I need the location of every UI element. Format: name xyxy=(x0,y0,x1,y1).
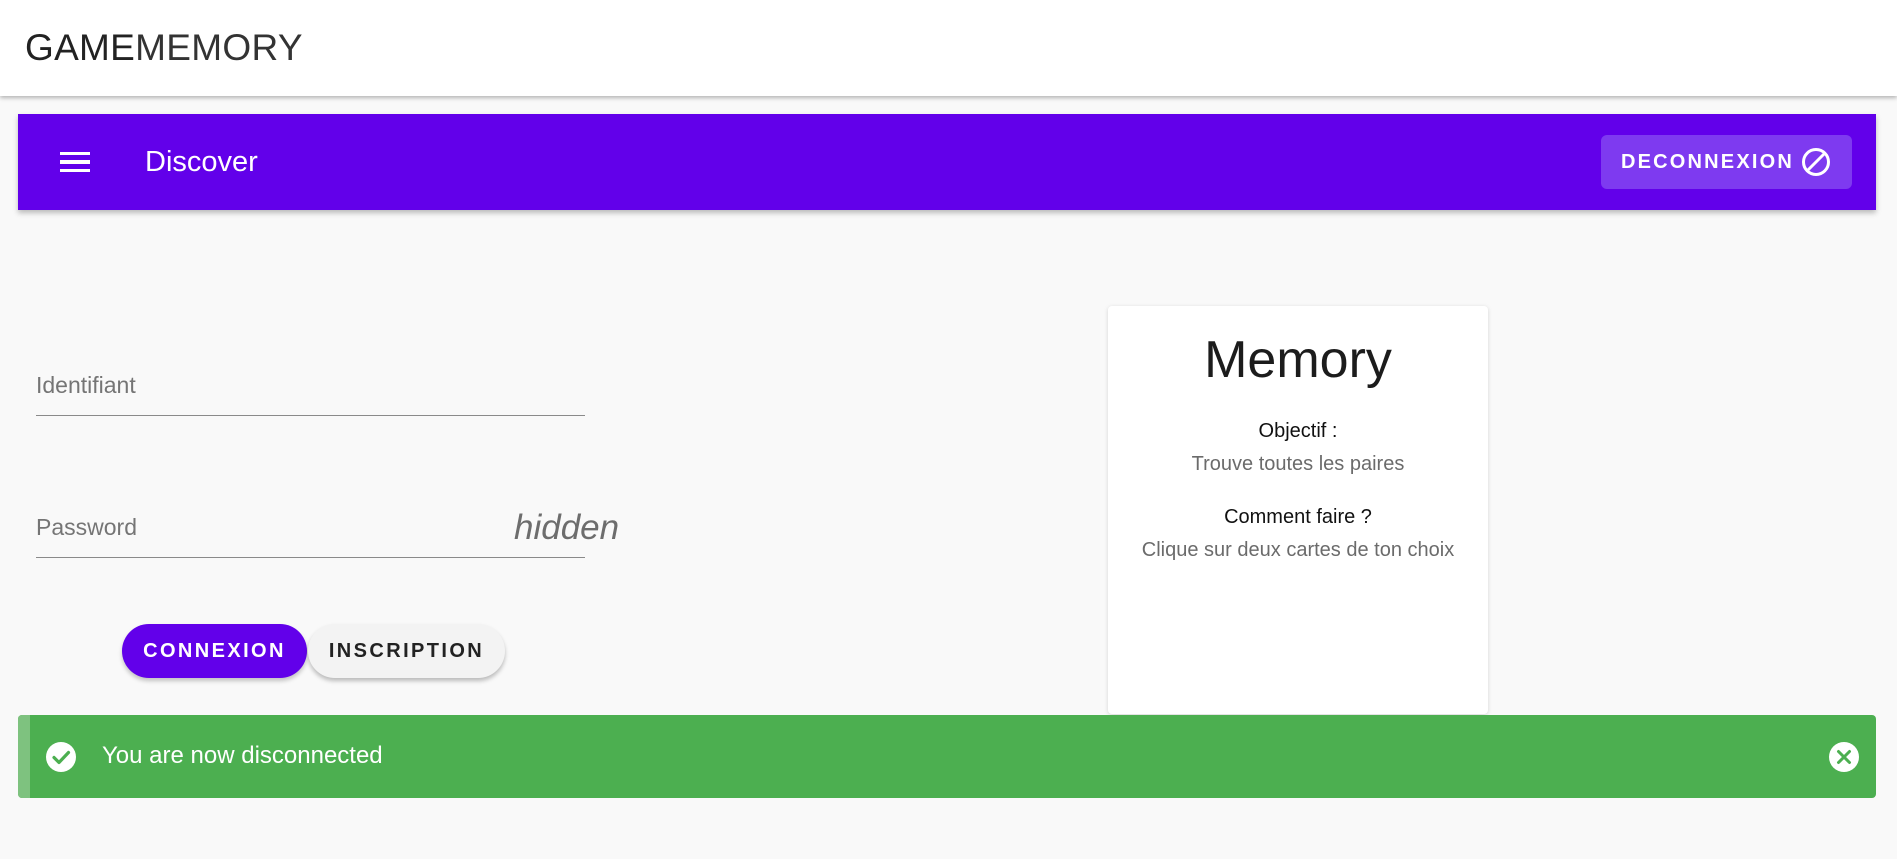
block-icon xyxy=(1802,148,1831,176)
register-button[interactable]: INSCRIPTION xyxy=(308,624,505,678)
menu-icon[interactable] xyxy=(60,144,96,180)
game-info-card: Memory Objectif : Trouve toutes les pair… xyxy=(1108,306,1488,714)
brand-part-game: GAME xyxy=(25,27,136,68)
brand-logo[interactable]: GAMEMEMORY xyxy=(25,27,303,69)
connect-button[interactable]: CONNEXION xyxy=(122,624,307,678)
login-field-label: Identifiant xyxy=(36,372,136,398)
password-visibility-toggle[interactable]: hidden xyxy=(514,508,619,548)
howto-text: Clique sur deux cartes de ton choix xyxy=(1141,539,1455,561)
password-field-label: Password xyxy=(36,514,137,540)
objective-text: Trouve toutes les paires xyxy=(1191,453,1405,475)
alert-accent-bar xyxy=(18,715,30,798)
howto-heading: Comment faire ? xyxy=(1224,506,1372,528)
app-bar: Discover DECONNEXION xyxy=(18,114,1876,210)
success-alert: You are now disconnected xyxy=(18,715,1876,798)
close-circle-icon[interactable] xyxy=(1828,741,1860,773)
logout-button-label: DECONNEXION xyxy=(1620,150,1795,173)
alert-message: You are now disconnected xyxy=(102,742,383,769)
card-title: Memory xyxy=(1204,331,1392,389)
check-circle-icon xyxy=(46,742,76,772)
login-field[interactable]: Identifiant xyxy=(36,372,585,416)
password-field-underline xyxy=(36,557,585,558)
brand-part-memory: MEMORY xyxy=(135,27,303,68)
login-field-underline xyxy=(36,415,585,416)
password-field[interactable]: Password xyxy=(36,514,585,558)
top-bar: GAMEMEMORY xyxy=(0,0,1897,96)
page-title: Discover xyxy=(145,145,258,178)
logout-button[interactable]: DECONNEXION xyxy=(1601,135,1852,189)
objective-heading: Objectif : xyxy=(1258,420,1338,442)
